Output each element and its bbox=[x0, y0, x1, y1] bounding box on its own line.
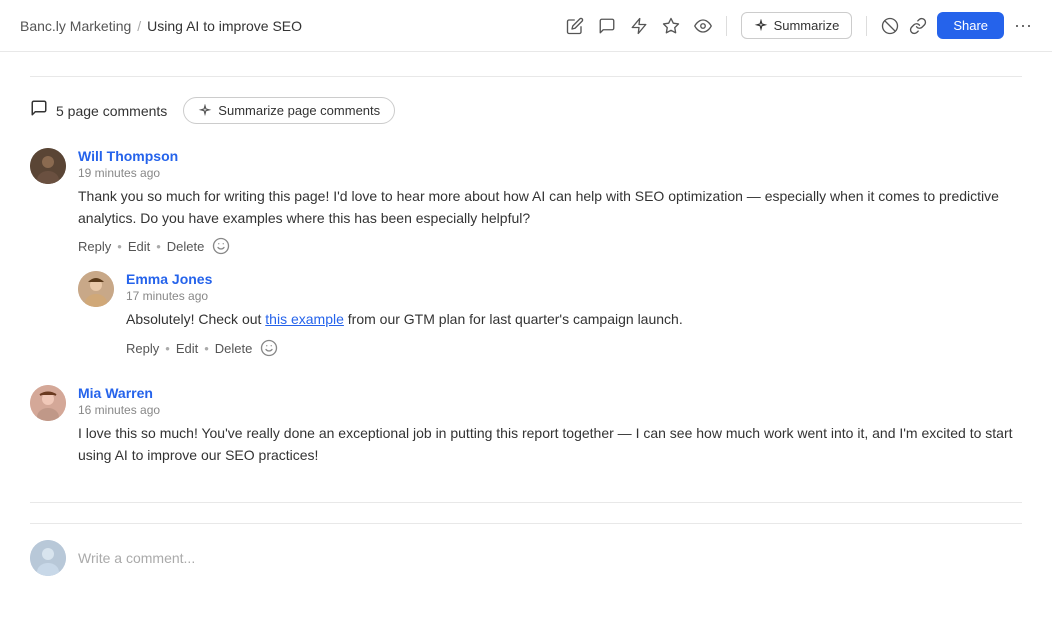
avatar-mia bbox=[30, 385, 66, 421]
delete-will[interactable]: Delete bbox=[167, 239, 205, 254]
dot2-emma: • bbox=[204, 341, 209, 356]
reply-thread-emma: Emma Jones 17 minutes ago Absolutely! Ch… bbox=[78, 271, 1022, 357]
edit-will[interactable]: Edit bbox=[128, 239, 150, 254]
emoji-emma[interactable] bbox=[260, 339, 278, 357]
text-mia: I love this so much! You've really done … bbox=[78, 423, 1022, 466]
reply-will[interactable]: Reply bbox=[78, 239, 111, 254]
comment-thread-mia: Mia Warren 16 minutes ago I love this so… bbox=[30, 385, 1022, 474]
avatar-will bbox=[30, 148, 66, 184]
write-comment-input[interactable]: Write a comment... bbox=[78, 546, 1022, 570]
comment-emma: Emma Jones 17 minutes ago Absolutely! Ch… bbox=[78, 271, 1022, 357]
time-will: 19 minutes ago bbox=[78, 166, 1022, 180]
dot1-will: • bbox=[117, 239, 122, 254]
dot1-emma: • bbox=[165, 341, 170, 356]
reply-emma[interactable]: Reply bbox=[126, 341, 159, 356]
dot2-will: • bbox=[156, 239, 161, 254]
comments-header: 5 page comments Summarize page comments bbox=[30, 97, 1022, 124]
header-actions: Summarize Share ··· bbox=[566, 12, 1032, 39]
time-emma: 17 minutes ago bbox=[126, 289, 1022, 303]
link-icon[interactable] bbox=[909, 17, 927, 35]
comment-body-will: Will Thompson 19 minutes ago Thank you s… bbox=[78, 148, 1022, 255]
avatar-current-user bbox=[30, 540, 66, 576]
comments-count-label: 5 page comments bbox=[56, 103, 167, 119]
comment-thread-will: Will Thompson 19 minutes ago Thank you s… bbox=[30, 148, 1022, 357]
actions-will: Reply • Edit • Delete bbox=[78, 237, 1022, 255]
star-icon[interactable] bbox=[662, 17, 680, 35]
comment-body-mia: Mia Warren 16 minutes ago I love this so… bbox=[78, 385, 1022, 474]
emoji-will[interactable] bbox=[212, 237, 230, 255]
comment-mia: Mia Warren 16 minutes ago I love this so… bbox=[30, 385, 1022, 474]
summarize-label: Summarize bbox=[774, 18, 840, 33]
toolbar-divider bbox=[726, 16, 727, 36]
summarize-button[interactable]: Summarize bbox=[741, 12, 853, 39]
text-will: Thank you so much for writing this page!… bbox=[78, 186, 1022, 229]
top-divider bbox=[30, 76, 1022, 77]
time-mia: 16 minutes ago bbox=[78, 403, 1022, 417]
actions-emma: Reply • Edit • Delete bbox=[126, 339, 1022, 357]
text-emma-before: Absolutely! Check out bbox=[126, 311, 265, 327]
write-comment-bar: Write a comment... bbox=[30, 523, 1022, 576]
comment-icon[interactable] bbox=[598, 17, 616, 35]
no-access-icon[interactable] bbox=[881, 17, 899, 35]
lightning-icon[interactable] bbox=[630, 17, 648, 35]
edit-icon[interactable] bbox=[566, 17, 584, 35]
avatar-emma bbox=[78, 271, 114, 307]
more-options-button[interactable]: ··· bbox=[1014, 15, 1032, 36]
summarize-sparkle-icon bbox=[754, 19, 768, 33]
main-content: 5 page comments Summarize page comments … bbox=[0, 52, 1052, 600]
text-emma-after: from our GTM plan for last quarter's cam… bbox=[344, 311, 683, 327]
text-emma: Absolutely! Check out this example from … bbox=[126, 309, 1022, 331]
share-divider bbox=[866, 16, 867, 36]
delete-emma[interactable]: Delete bbox=[215, 341, 253, 356]
comment-body-emma: Emma Jones 17 minutes ago Absolutely! Ch… bbox=[126, 271, 1022, 357]
breadcrumb-current[interactable]: Using AI to improve SEO bbox=[147, 18, 302, 34]
header: Banc.ly Marketing / Using AI to improve … bbox=[0, 0, 1052, 52]
share-button[interactable]: Share bbox=[937, 12, 1004, 39]
comments-count: 5 page comments bbox=[30, 99, 167, 122]
author-will[interactable]: Will Thompson bbox=[78, 148, 178, 164]
summarize-comments-icon bbox=[198, 104, 212, 118]
breadcrumb: Banc.ly Marketing / Using AI to improve … bbox=[20, 18, 302, 34]
summarize-comments-label: Summarize page comments bbox=[218, 103, 380, 118]
summarize-comments-button[interactable]: Summarize page comments bbox=[183, 97, 395, 124]
comment-will: Will Thompson 19 minutes ago Thank you s… bbox=[30, 148, 1022, 255]
breadcrumb-separator: / bbox=[137, 18, 141, 34]
write-divider bbox=[30, 502, 1022, 503]
eye-icon[interactable] bbox=[694, 17, 712, 35]
edit-emma[interactable]: Edit bbox=[176, 341, 198, 356]
toolbar-icons bbox=[566, 17, 712, 35]
link-emma[interactable]: this example bbox=[265, 311, 344, 327]
author-emma[interactable]: Emma Jones bbox=[126, 271, 212, 287]
breadcrumb-parent[interactable]: Banc.ly Marketing bbox=[20, 18, 131, 34]
author-mia[interactable]: Mia Warren bbox=[78, 385, 153, 401]
comments-bubble-icon bbox=[30, 99, 48, 122]
